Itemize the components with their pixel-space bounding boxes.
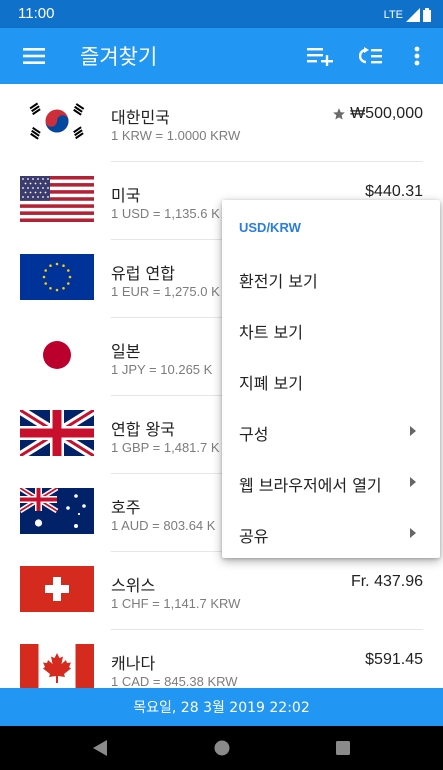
- canada-flag: [20, 644, 94, 688]
- reorder-list-icon[interactable]: [357, 42, 385, 70]
- converted-value: Fr. 437.96: [351, 573, 423, 591]
- menu-item-share[interactable]: 공유: [222, 508, 440, 558]
- converted-value-text: Fr. 437.96: [350, 573, 423, 590]
- status-icons: LTE: [384, 7, 431, 23]
- date-bar: 목요일, 28 3월 2019 22:02: [0, 688, 443, 726]
- menu-item-label: 지폐 보기: [239, 374, 303, 393]
- usa-flag: [20, 176, 94, 222]
- navigation-bar: [0, 726, 443, 770]
- app-bar: 즐겨찾기: [0, 28, 443, 84]
- converted-value: $591.45: [365, 651, 423, 669]
- recents-icon[interactable]: [333, 738, 353, 758]
- exchange-rate: 1 EUR = 1,275.0 K: [111, 284, 220, 299]
- currency-name: 호주: [111, 498, 141, 517]
- network-type-label: LTE: [383, 9, 403, 21]
- converted-value: ₩500,000: [332, 105, 423, 123]
- list-item-chf[interactable]: 스위스 1 CHF = 1,141.7 KRW Fr. 437.96: [0, 552, 443, 630]
- converted-value-text: $591.45: [365, 651, 423, 668]
- menu-item-configure[interactable]: 구성: [222, 406, 440, 456]
- exchange-rate: 1 CAD = 845.38 KRW: [111, 674, 238, 688]
- switzerland-flag: [20, 566, 94, 612]
- context-menu: USD/KRW 환전기 보기 차트 보기 지폐 보기 구성 웹 브라우저에서 열…: [222, 200, 440, 558]
- exchange-rate: 1 JPY = 10.265 K: [111, 362, 213, 377]
- exchange-rate: 1 CHF = 1,141.7 KRW: [111, 596, 241, 611]
- menu-item-label: 환전기 보기: [239, 272, 318, 291]
- exchange-rate: 1 GBP = 1,481.7 K: [111, 440, 220, 455]
- currency-name: 연합 왕국: [111, 420, 175, 439]
- signal-icon: [406, 8, 420, 22]
- menu-item-open-converter[interactable]: 환전기 보기: [222, 253, 440, 303]
- menu-item-label: 구성: [239, 425, 269, 444]
- currency-name: 스위스: [111, 576, 156, 595]
- submenu-arrow-icon: [410, 426, 416, 436]
- menu-item-view-chart[interactable]: 차트 보기: [222, 304, 440, 354]
- currency-name: 대한민국: [111, 108, 170, 127]
- more-vert-icon[interactable]: [403, 42, 431, 70]
- home-icon[interactable]: [212, 738, 232, 758]
- menu-item-view-banknotes[interactable]: 지폐 보기: [222, 355, 440, 405]
- currency-name: 일본: [111, 342, 141, 361]
- list-item-cad[interactable]: 캐나다 1 CAD = 845.38 KRW $591.45: [0, 630, 443, 688]
- menu-item-label: 차트 보기: [239, 323, 303, 342]
- menu-icon[interactable]: [20, 42, 48, 70]
- currency-name: 캐나다: [111, 654, 156, 673]
- status-bar: 11:00 LTE: [0, 0, 443, 28]
- submenu-arrow-icon: [410, 477, 416, 487]
- menu-item-label: 공유: [239, 527, 269, 546]
- exchange-rate: 1 KRW = 1.0000 KRW: [111, 128, 241, 143]
- back-icon[interactable]: [90, 738, 110, 758]
- battery-icon: [423, 8, 431, 22]
- currency-name: 미국: [111, 186, 141, 205]
- submenu-arrow-icon: [410, 528, 416, 538]
- status-time: 11:00: [18, 5, 55, 22]
- converted-value-text: ₩500,000: [350, 105, 423, 122]
- add-to-list-icon[interactable]: [306, 42, 334, 70]
- uk-flag: [20, 410, 94, 456]
- converted-value: $440.31: [365, 183, 423, 201]
- list-item-krw[interactable]: 대한민국 1 KRW = 1.0000 KRW ₩500,000: [0, 84, 443, 162]
- australia-flag: [20, 488, 94, 534]
- exchange-rate: 1 AUD = 803.64 K: [111, 518, 216, 533]
- south-korea-flag: [20, 98, 94, 144]
- date-text: 목요일, 28 3월 2019 22:02: [133, 700, 310, 716]
- menu-header: USD/KRW: [239, 220, 301, 235]
- exchange-rate: 1 USD = 1,135.6 K: [111, 206, 220, 221]
- eu-flag: [20, 254, 94, 300]
- page-title: 즐겨찾기: [80, 45, 158, 69]
- star-icon[interactable]: [332, 107, 346, 121]
- currency-name: 유럽 연합: [111, 264, 175, 283]
- japan-flag: [20, 332, 94, 378]
- menu-item-open-in-browser[interactable]: 웹 브라우저에서 열기: [222, 457, 440, 507]
- converted-value-text: $440.31: [365, 183, 423, 200]
- menu-item-label: 웹 브라우저에서 열기: [239, 476, 382, 495]
